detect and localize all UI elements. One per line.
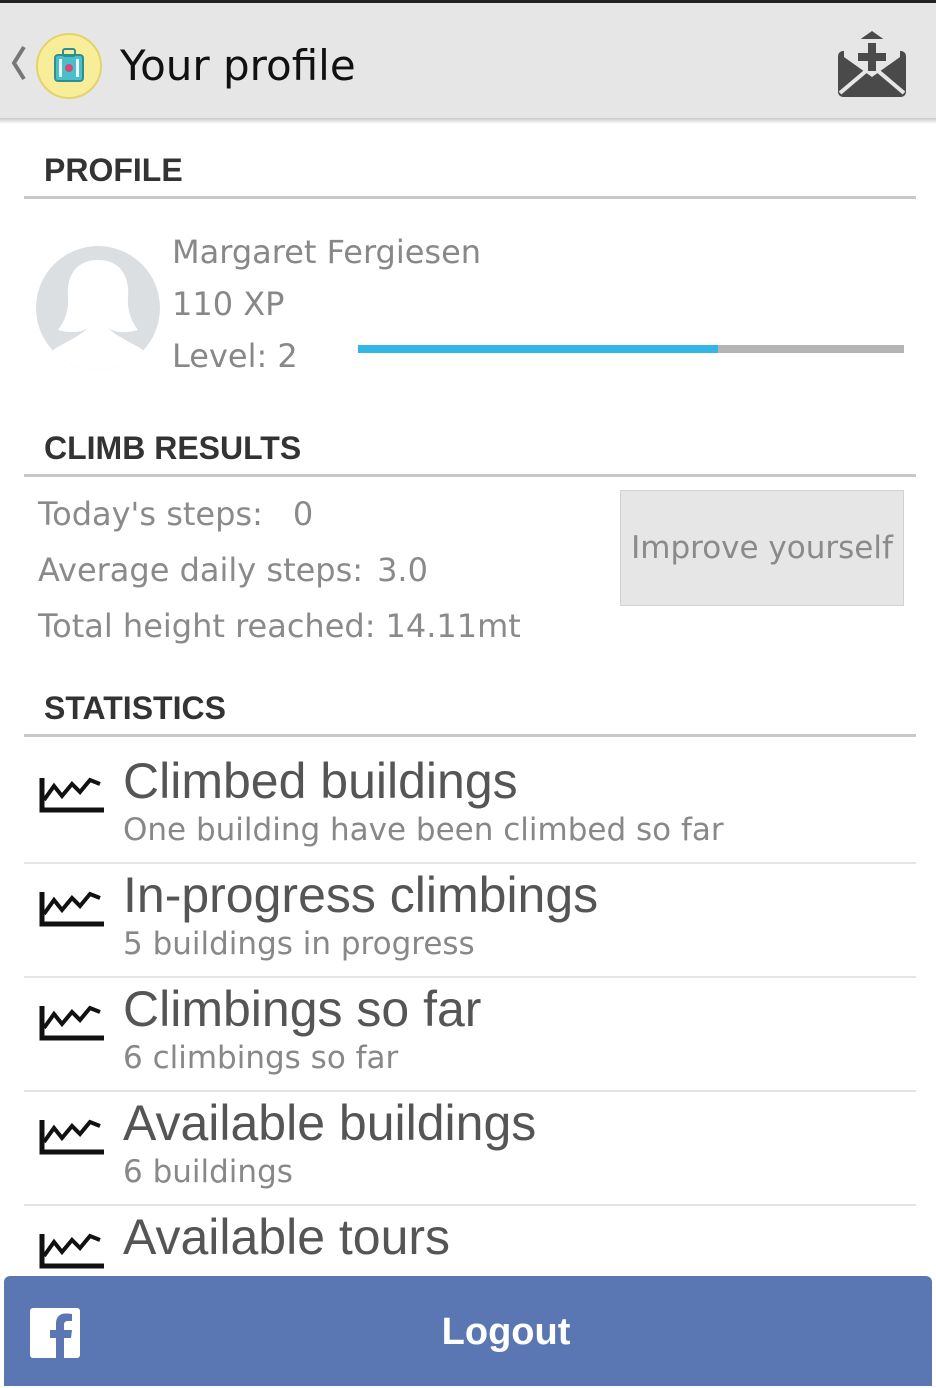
stat-item-available-buildings[interactable]: Available buildings 6 buildings [24, 1092, 916, 1206]
profile-xp: 110 XP [172, 285, 285, 323]
action-bar: Your profile [0, 0, 936, 118]
stat-title: In-progress climbings [123, 867, 599, 923]
avg-steps-value: 3.0 [377, 551, 428, 589]
xp-progress-fill [358, 345, 719, 353]
climb-results-section-title: CLIMB RESULTS [44, 430, 302, 466]
stat-subtitle: 6 climbings so far [123, 1040, 399, 1076]
stat-title: Climbed buildings [123, 753, 518, 809]
line-chart-icon [38, 878, 108, 936]
logout-label: Logout [441, 1311, 571, 1353]
profile-section-header: PROFILE [24, 150, 916, 199]
stat-subtitle: 5 buildings in progress [123, 926, 475, 962]
stat-item-climbings-so-far[interactable]: Climbings so far 6 climbings so far [24, 978, 916, 1092]
page-title: Your profile [120, 41, 356, 90]
line-chart-icon [38, 1106, 108, 1164]
total-height-label: Total height reached: [38, 607, 376, 645]
back-caret-icon[interactable] [8, 43, 30, 83]
line-chart-icon [38, 992, 108, 1050]
profile-level: Level: 2 [172, 337, 298, 375]
logout-button[interactable]: Logout [4, 1276, 932, 1386]
statistics-section-title: STATISTICS [44, 690, 226, 726]
avatar [36, 246, 160, 370]
stat-subtitle: One building have been climbed so far [123, 812, 724, 848]
total-height-value: 14.11mt [385, 607, 521, 645]
improve-yourself-button[interactable]: Improve yourself [620, 490, 904, 606]
avg-steps-label: Average daily steps: [38, 551, 364, 589]
statistics-section-header: STATISTICS [24, 688, 916, 737]
mail-add-icon[interactable] [830, 27, 914, 105]
climb-results-section-header: CLIMB RESULTS [24, 428, 916, 477]
stat-item-climbed-buildings[interactable]: Climbed buildings One building have been… [24, 750, 916, 864]
profile-section-title: PROFILE [44, 152, 183, 188]
action-bar-shadow [0, 118, 936, 124]
todays-steps-label: Today's steps: [38, 495, 263, 533]
stat-subtitle: 6 buildings [123, 1154, 293, 1190]
line-chart-icon [38, 764, 108, 822]
todays-steps-value: 0 [292, 495, 314, 533]
app-logo-icon[interactable] [36, 33, 102, 99]
profile-name: Margaret Fergiesen [172, 233, 482, 271]
avg-steps-row: Average daily steps: 3.0 [38, 550, 428, 590]
stat-title: Available buildings [123, 1095, 537, 1151]
line-chart-icon [38, 1220, 108, 1278]
stat-item-in-progress-climbings[interactable]: In-progress climbings 5 buildings in pro… [24, 864, 916, 978]
todays-steps-row: Today's steps: 0 [38, 494, 313, 534]
total-height-row: Total height reached: 14.11mt [38, 606, 521, 646]
stat-title: Available tours [123, 1209, 451, 1265]
stat-title: Climbings so far [123, 981, 482, 1037]
xp-progress-bar [358, 345, 904, 353]
